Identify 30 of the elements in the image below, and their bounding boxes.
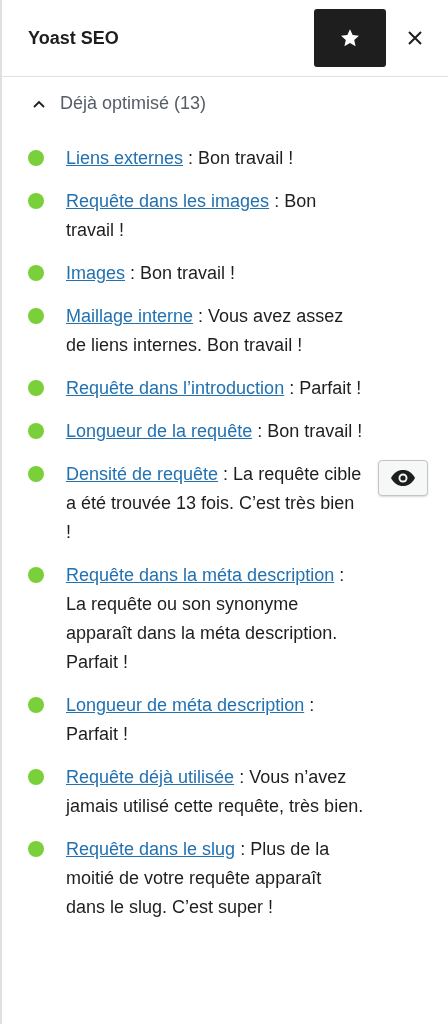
star-icon — [339, 27, 361, 49]
assessment-link[interactable]: Densité de requête — [66, 464, 219, 484]
eye-icon — [390, 469, 416, 487]
assessment-text: Longueur de méta description : Parfait ! — [66, 694, 316, 746]
assessment-text: Liens externes : Bon travail ! — [66, 147, 295, 170]
assessment-text: Maillage interne : Vous avez assez de liens internes. Bon travail ! — [66, 305, 345, 357]
assessment-link[interactable]: Requête déjà utilisée — [66, 767, 235, 787]
assessment-link[interactable]: Requête dans les images — [66, 191, 270, 211]
assessment-link[interactable]: Requête dans le slug — [66, 839, 236, 859]
eye-button[interactable] — [378, 460, 428, 496]
assessment-link[interactable]: Liens externes — [66, 148, 184, 168]
assessment-link[interactable]: Maillage interne — [66, 306, 194, 326]
assessment-link[interactable]: Requête dans la méta description — [66, 565, 335, 585]
assessment-link[interactable]: Images — [66, 263, 126, 283]
chevron-icon — [32, 98, 46, 109]
assessment-link[interactable]: Longueur de la requête — [66, 421, 253, 441]
assessment-text: Images : Bon travail ! — [66, 262, 237, 285]
assessment-text: Requête déjà utilisée : Vous n’avez jamais utilisé cette requête, très bien. — [66, 766, 364, 818]
assessment-link[interactable]: Longueur de méta description — [66, 695, 305, 715]
assessment-text: Longueur de la requête : Bon travail ! — [66, 420, 364, 443]
assessment-text: Requête dans les images : Bon travail ! — [66, 190, 318, 242]
assessment-text: Densité de requête : La requête cible a été trouvée 13 fois. C’est très bien ! — [66, 463, 363, 544]
assessment-link[interactable]: Requête dans l’introduction — [66, 378, 285, 398]
assessment-text: Requête dans l’introduction : Parfait ! — [66, 377, 363, 400]
star-button[interactable] — [314, 9, 386, 67]
close-icon — [406, 29, 424, 47]
panel-title: Yoast SEO — [28, 27, 120, 49]
section-toggle[interactable]: Déjà optimisé (13) — [32, 93, 207, 114]
assessment-text: Requête dans la méta description : La requête ou son synonyme apparaît dans la méta description. Parfait ! — [66, 564, 346, 674]
assessment-text: Requête dans le slug : Plus de la moitié de votre requête apparaît dans le slug. C’est super ! — [66, 838, 331, 919]
